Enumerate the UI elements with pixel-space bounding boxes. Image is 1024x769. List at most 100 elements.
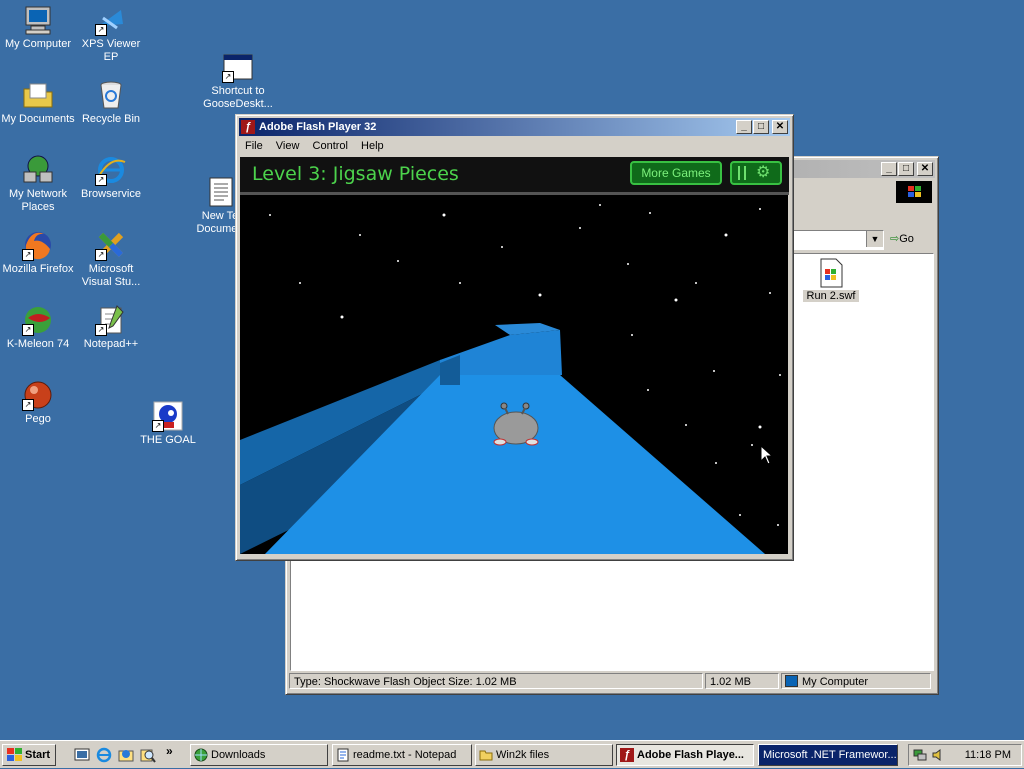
desktop-icon-goose-shortcut[interactable]: ↗ Shortcut to GooseDeskt... — [200, 51, 276, 111]
desktop-icon-firefox[interactable]: ↗ Mozilla Firefox — [0, 229, 76, 276]
file-item[interactable]: Run 2.swf — [803, 258, 859, 302]
desktop-icon-label: My Computer — [4, 38, 72, 50]
desktop-icon-label: Microsoft Visual Stu... — [81, 263, 141, 288]
tunnel-scene — [240, 195, 788, 554]
maximize-button[interactable]: □ — [753, 120, 769, 134]
pego-icon: ↗ — [22, 379, 54, 411]
dropdown-arrow-icon[interactable]: ▼ — [866, 231, 883, 247]
network-places-icon — [22, 154, 54, 186]
shortcut-arrow-icon: ↗ — [222, 71, 234, 83]
minimize-button[interactable]: _ — [736, 120, 752, 134]
my-computer-icon — [22, 4, 54, 36]
taskbar: Start » Downloads readme.txt - Notepad W… — [0, 740, 1024, 768]
flash-icon: ƒ — [620, 748, 634, 762]
address-bar[interactable]: ▼ — [786, 230, 884, 250]
k-meleon-icon: ↗ — [22, 304, 54, 336]
start-label: Start — [25, 749, 51, 761]
desktop-icon-label: Shortcut to GooseDeskt... — [203, 85, 273, 110]
flash-titlebar[interactable]: ƒ Adobe Flash Player 32 _ □ ✕ — [239, 118, 790, 136]
desktop-icon-label: Recycle Bin — [81, 113, 141, 125]
menu-bar: File View Control Help — [240, 138, 389, 156]
go-button[interactable]: ⇨Go — [890, 230, 930, 248]
notepad-icon — [336, 748, 350, 762]
desktop-icon-label: My Documents — [1, 113, 75, 125]
desktop-icon-my-computer[interactable]: My Computer — [0, 4, 76, 51]
task-flash-player[interactable]: ƒ Adobe Flash Playe... — [616, 744, 754, 766]
menu-view[interactable]: View — [271, 138, 305, 154]
task-downloads[interactable]: Downloads — [190, 744, 328, 766]
desktop-icon-notepad-plus-plus[interactable]: ↗ Notepad++ — [73, 304, 149, 351]
chevron-right-icon[interactable]: » — [166, 744, 173, 758]
pause-settings-button[interactable]: ⚙ — [730, 161, 782, 185]
desktop-icon-label: Mozilla Firefox — [2, 263, 74, 275]
system-tray: 11:18 PM — [908, 744, 1022, 766]
folder-icon — [479, 748, 493, 762]
pause-icon — [738, 166, 746, 180]
player-character — [488, 400, 544, 446]
status-size: 1.02 MB — [705, 673, 779, 689]
menu-help[interactable]: Help — [356, 138, 389, 154]
desktop-icon-pego[interactable]: ↗ Pego — [0, 379, 76, 426]
level-title: Level 3: Jigsaw Pieces — [252, 163, 459, 185]
flash-file-icon — [818, 258, 844, 288]
desktop-icon-the-goal[interactable]: ↗ THE GOAL — [130, 400, 206, 447]
task-label: Win2k files — [496, 749, 550, 761]
status-type: Type: Shockwave Flash Object Size: 1.02 … — [289, 673, 703, 689]
show-desktop-icon[interactable] — [74, 747, 90, 763]
search-icon[interactable] — [140, 747, 156, 763]
window-title: Adobe Flash Player 32 — [259, 121, 377, 133]
game-canvas[interactable] — [240, 195, 788, 554]
more-games-button[interactable]: More Games — [630, 161, 722, 185]
minimize-button[interactable]: _ — [881, 162, 897, 176]
notepad-plus-plus-icon: ↗ — [95, 304, 127, 336]
desktop-icon-my-documents[interactable]: My Documents — [0, 79, 76, 126]
globe-icon — [194, 748, 208, 762]
desktop-icon-visual-studio[interactable]: ↗ Microsoft Visual Stu... — [73, 229, 149, 289]
internet-explorer-icon[interactable] — [96, 747, 112, 763]
desktop-icon-k-meleon[interactable]: ↗ K-Meleon 74 — [0, 304, 76, 351]
maximize-button[interactable]: □ — [898, 162, 914, 176]
volume-tray-icon[interactable] — [931, 748, 945, 765]
status-bar: Type: Shockwave Flash Object Size: 1.02 … — [289, 673, 935, 691]
task-dotnet-framework[interactable]: Microsoft .NET Framewor... — [758, 744, 898, 766]
status-zone-label: My Computer — [802, 676, 869, 688]
firefox-icon: ↗ — [22, 229, 54, 261]
shortcut-arrow-icon: ↗ — [22, 399, 34, 411]
shortcut-arrow-icon: ↗ — [95, 249, 107, 261]
desktop-icon-label: My Network Places — [8, 188, 68, 213]
desktop-icon-label: XPS Viewer EP — [81, 38, 141, 63]
desktop-icon-xps-viewer[interactable]: ↗ XPS Viewer EP — [73, 4, 149, 64]
gear-icon: ⚙ — [756, 164, 771, 181]
task-label: Downloads — [211, 749, 266, 761]
outlook-express-icon[interactable] — [118, 747, 134, 763]
close-button[interactable]: ✕ — [772, 120, 788, 134]
clock[interactable]: 11:18 PM — [965, 745, 1011, 765]
shortcut-arrow-icon: ↗ — [22, 324, 34, 336]
task-notepad[interactable]: readme.txt - Notepad — [332, 744, 472, 766]
task-label: readme.txt - Notepad — [353, 749, 457, 761]
window-shortcut-icon: ↗ — [222, 51, 254, 83]
start-button[interactable]: Start — [2, 744, 56, 766]
shortcut-arrow-icon: ↗ — [22, 249, 34, 261]
shortcut-arrow-icon: ↗ — [95, 324, 107, 336]
close-button[interactable]: ✕ — [917, 162, 933, 176]
menu-file[interactable]: File — [240, 138, 268, 154]
xps-viewer-icon: ↗ — [95, 4, 127, 36]
sonic-icon: ↗ — [152, 400, 184, 432]
flash-logo-icon: ƒ — [241, 120, 255, 134]
flash-player-window: ƒ Adobe Flash Player 32 _ □ ✕ File View … — [235, 114, 794, 561]
mouse-cursor-icon — [760, 444, 774, 468]
task-label: Microsoft .NET Framewor... — [763, 749, 897, 761]
menu-control[interactable]: Control — [308, 138, 353, 154]
network-tray-icon[interactable] — [913, 748, 927, 765]
desktop-icon-browservice[interactable]: ↗ Browservice — [73, 154, 149, 201]
my-computer-small-icon — [785, 675, 798, 687]
desktop-icon-recycle-bin[interactable]: Recycle Bin — [73, 79, 149, 126]
task-win2k-files[interactable]: Win2k files — [475, 744, 613, 766]
desktop-icon-network-places[interactable]: My Network Places — [0, 154, 76, 214]
recycle-bin-icon — [95, 79, 127, 111]
task-label: Adobe Flash Playe... — [637, 749, 744, 761]
desktop-icon-label: Browservice — [81, 188, 141, 200]
file-name: Run 2.swf — [803, 290, 859, 302]
status-zone: My Computer — [781, 673, 931, 689]
